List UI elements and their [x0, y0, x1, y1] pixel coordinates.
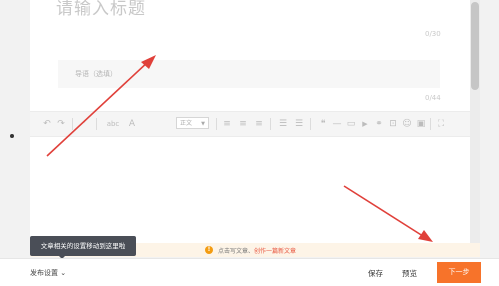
annotation-arrow-line	[343, 185, 427, 239]
annotation-arrows	[46, 55, 433, 242]
annotation-arrow-head	[418, 230, 433, 242]
annotation-arrow-line	[46, 59, 151, 157]
